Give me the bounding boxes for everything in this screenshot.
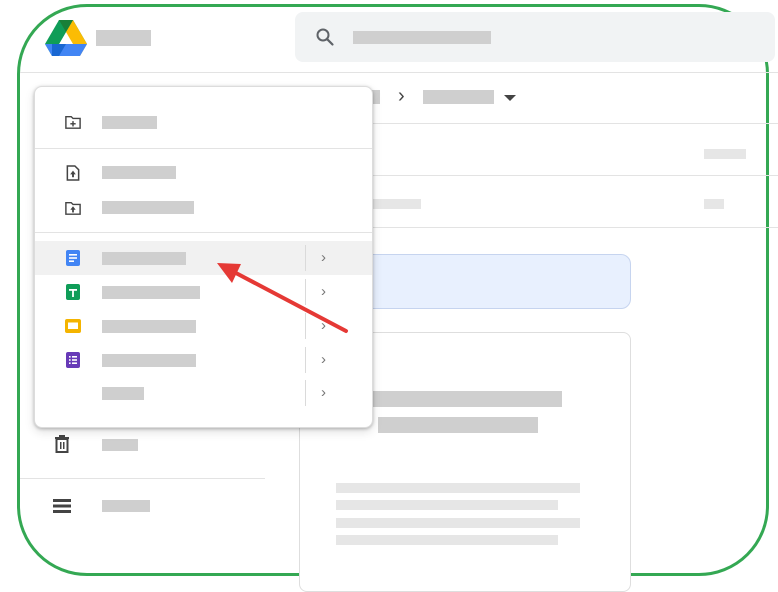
annotation-arrow (217, 263, 348, 333)
